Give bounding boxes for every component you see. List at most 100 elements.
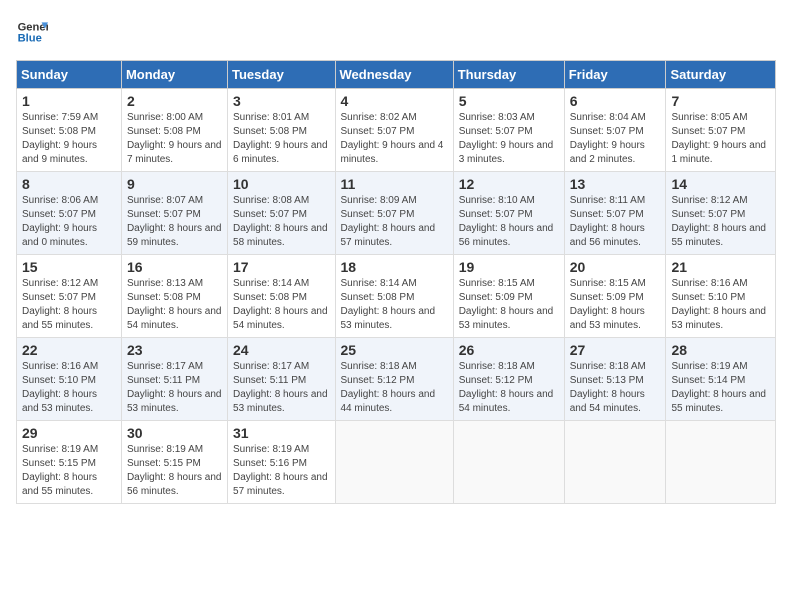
day-info: Sunrise: 8:10 AMSunset: 5:07 PMDaylight:… — [459, 195, 554, 248]
calendar-cell: 21 Sunrise: 8:16 AMSunset: 5:10 PMDaylig… — [666, 255, 776, 338]
calendar-cell: 16 Sunrise: 8:13 AMSunset: 5:08 PMDaylig… — [121, 255, 227, 338]
day-info: Sunrise: 8:11 AMSunset: 5:07 PMDaylight:… — [570, 195, 645, 248]
day-info: Sunrise: 8:18 AMSunset: 5:12 PMDaylight:… — [341, 361, 436, 414]
calendar-cell: 10 Sunrise: 8:08 AMSunset: 5:07 PMDaylig… — [228, 172, 335, 255]
day-info: Sunrise: 8:04 AMSunset: 5:07 PMDaylight:… — [570, 112, 646, 165]
day-number: 15 — [22, 259, 116, 275]
calendar-cell: 3 Sunrise: 8:01 AMSunset: 5:08 PMDayligh… — [228, 89, 335, 172]
calendar-cell — [564, 421, 666, 504]
day-number: 29 — [22, 425, 116, 441]
calendar-table: SundayMondayTuesdayWednesdayThursdayFrid… — [16, 60, 776, 504]
weekday-header-monday: Monday — [121, 61, 227, 89]
day-number: 7 — [671, 93, 770, 109]
calendar-cell: 29 Sunrise: 8:19 AMSunset: 5:15 PMDaylig… — [17, 421, 122, 504]
day-number: 1 — [22, 93, 116, 109]
weekday-header-thursday: Thursday — [453, 61, 564, 89]
day-number: 6 — [570, 93, 661, 109]
day-info: Sunrise: 8:17 AMSunset: 5:11 PMDaylight:… — [233, 361, 328, 414]
day-info: Sunrise: 8:16 AMSunset: 5:10 PMDaylight:… — [671, 278, 766, 331]
calendar-cell: 1 Sunrise: 7:59 AMSunset: 5:08 PMDayligh… — [17, 89, 122, 172]
day-number: 3 — [233, 93, 329, 109]
day-info: Sunrise: 8:14 AMSunset: 5:08 PMDaylight:… — [233, 278, 328, 331]
day-info: Sunrise: 8:15 AMSunset: 5:09 PMDaylight:… — [570, 278, 646, 331]
day-info: Sunrise: 8:14 AMSunset: 5:08 PMDaylight:… — [341, 278, 436, 331]
day-info: Sunrise: 8:18 AMSunset: 5:13 PMDaylight:… — [570, 361, 646, 414]
calendar-cell: 8 Sunrise: 8:06 AMSunset: 5:07 PMDayligh… — [17, 172, 122, 255]
day-info: Sunrise: 8:15 AMSunset: 5:09 PMDaylight:… — [459, 278, 554, 331]
day-number: 2 — [127, 93, 222, 109]
day-info: Sunrise: 8:17 AMSunset: 5:11 PMDaylight:… — [127, 361, 222, 414]
day-info: Sunrise: 8:00 AMSunset: 5:08 PMDaylight:… — [127, 112, 222, 165]
calendar-cell: 27 Sunrise: 8:18 AMSunset: 5:13 PMDaylig… — [564, 338, 666, 421]
day-info: Sunrise: 8:05 AMSunset: 5:07 PMDaylight:… — [671, 112, 766, 165]
calendar-cell: 15 Sunrise: 8:12 AMSunset: 5:07 PMDaylig… — [17, 255, 122, 338]
calendar-cell: 25 Sunrise: 8:18 AMSunset: 5:12 PMDaylig… — [335, 338, 453, 421]
calendar-week-4: 22 Sunrise: 8:16 AMSunset: 5:10 PMDaylig… — [17, 338, 776, 421]
day-info: Sunrise: 8:19 AMSunset: 5:15 PMDaylight:… — [127, 444, 222, 497]
calendar-cell: 20 Sunrise: 8:15 AMSunset: 5:09 PMDaylig… — [564, 255, 666, 338]
logo: General Blue — [16, 16, 48, 48]
day-number: 9 — [127, 176, 222, 192]
day-info: Sunrise: 8:07 AMSunset: 5:07 PMDaylight:… — [127, 195, 222, 248]
day-info: Sunrise: 8:13 AMSunset: 5:08 PMDaylight:… — [127, 278, 222, 331]
day-number: 8 — [22, 176, 116, 192]
day-number: 17 — [233, 259, 329, 275]
calendar-cell — [666, 421, 776, 504]
calendar-week-5: 29 Sunrise: 8:19 AMSunset: 5:15 PMDaylig… — [17, 421, 776, 504]
weekday-header-tuesday: Tuesday — [228, 61, 335, 89]
calendar-cell: 23 Sunrise: 8:17 AMSunset: 5:11 PMDaylig… — [121, 338, 227, 421]
day-number: 16 — [127, 259, 222, 275]
day-number: 13 — [570, 176, 661, 192]
day-info: Sunrise: 8:08 AMSunset: 5:07 PMDaylight:… — [233, 195, 328, 248]
calendar-week-3: 15 Sunrise: 8:12 AMSunset: 5:07 PMDaylig… — [17, 255, 776, 338]
day-info: Sunrise: 8:06 AMSunset: 5:07 PMDaylight:… — [22, 195, 98, 248]
weekday-header-saturday: Saturday — [666, 61, 776, 89]
calendar-cell: 14 Sunrise: 8:12 AMSunset: 5:07 PMDaylig… — [666, 172, 776, 255]
calendar-cell: 24 Sunrise: 8:17 AMSunset: 5:11 PMDaylig… — [228, 338, 335, 421]
day-info: Sunrise: 8:19 AMSunset: 5:16 PMDaylight:… — [233, 444, 328, 497]
calendar-cell: 2 Sunrise: 8:00 AMSunset: 5:08 PMDayligh… — [121, 89, 227, 172]
calendar-cell: 30 Sunrise: 8:19 AMSunset: 5:15 PMDaylig… — [121, 421, 227, 504]
day-number: 5 — [459, 93, 559, 109]
day-number: 21 — [671, 259, 770, 275]
day-number: 31 — [233, 425, 329, 441]
weekday-header-friday: Friday — [564, 61, 666, 89]
day-info: Sunrise: 8:09 AMSunset: 5:07 PMDaylight:… — [341, 195, 436, 248]
day-number: 28 — [671, 342, 770, 358]
calendar-cell: 4 Sunrise: 8:02 AMSunset: 5:07 PMDayligh… — [335, 89, 453, 172]
day-info: Sunrise: 8:16 AMSunset: 5:10 PMDaylight:… — [22, 361, 98, 414]
day-number: 27 — [570, 342, 661, 358]
day-number: 18 — [341, 259, 448, 275]
day-number: 12 — [459, 176, 559, 192]
calendar-cell: 28 Sunrise: 8:19 AMSunset: 5:14 PMDaylig… — [666, 338, 776, 421]
calendar-cell — [453, 421, 564, 504]
calendar-cell: 5 Sunrise: 8:03 AMSunset: 5:07 PMDayligh… — [453, 89, 564, 172]
page-header: General Blue — [16, 16, 776, 48]
calendar-cell: 26 Sunrise: 8:18 AMSunset: 5:12 PMDaylig… — [453, 338, 564, 421]
calendar-cell: 19 Sunrise: 8:15 AMSunset: 5:09 PMDaylig… — [453, 255, 564, 338]
day-info: Sunrise: 8:02 AMSunset: 5:07 PMDaylight:… — [341, 112, 444, 165]
calendar-cell — [335, 421, 453, 504]
calendar-cell: 22 Sunrise: 8:16 AMSunset: 5:10 PMDaylig… — [17, 338, 122, 421]
day-number: 19 — [459, 259, 559, 275]
day-number: 25 — [341, 342, 448, 358]
day-number: 22 — [22, 342, 116, 358]
day-info: Sunrise: 8:01 AMSunset: 5:08 PMDaylight:… — [233, 112, 328, 165]
calendar-cell: 11 Sunrise: 8:09 AMSunset: 5:07 PMDaylig… — [335, 172, 453, 255]
day-info: Sunrise: 8:12 AMSunset: 5:07 PMDaylight:… — [671, 195, 766, 248]
calendar-cell: 17 Sunrise: 8:14 AMSunset: 5:08 PMDaylig… — [228, 255, 335, 338]
svg-text:Blue: Blue — [18, 33, 42, 45]
calendar-cell: 31 Sunrise: 8:19 AMSunset: 5:16 PMDaylig… — [228, 421, 335, 504]
day-number: 24 — [233, 342, 329, 358]
calendar-week-1: 1 Sunrise: 7:59 AMSunset: 5:08 PMDayligh… — [17, 89, 776, 172]
day-info: Sunrise: 8:19 AMSunset: 5:14 PMDaylight:… — [671, 361, 766, 414]
weekday-header-wednesday: Wednesday — [335, 61, 453, 89]
day-info: Sunrise: 7:59 AMSunset: 5:08 PMDaylight:… — [22, 112, 98, 165]
calendar-cell: 9 Sunrise: 8:07 AMSunset: 5:07 PMDayligh… — [121, 172, 227, 255]
logo-icon: General Blue — [16, 16, 48, 48]
calendar-cell: 6 Sunrise: 8:04 AMSunset: 5:07 PMDayligh… — [564, 89, 666, 172]
day-number: 14 — [671, 176, 770, 192]
calendar-cell: 18 Sunrise: 8:14 AMSunset: 5:08 PMDaylig… — [335, 255, 453, 338]
day-info: Sunrise: 8:03 AMSunset: 5:07 PMDaylight:… — [459, 112, 554, 165]
day-number: 11 — [341, 176, 448, 192]
